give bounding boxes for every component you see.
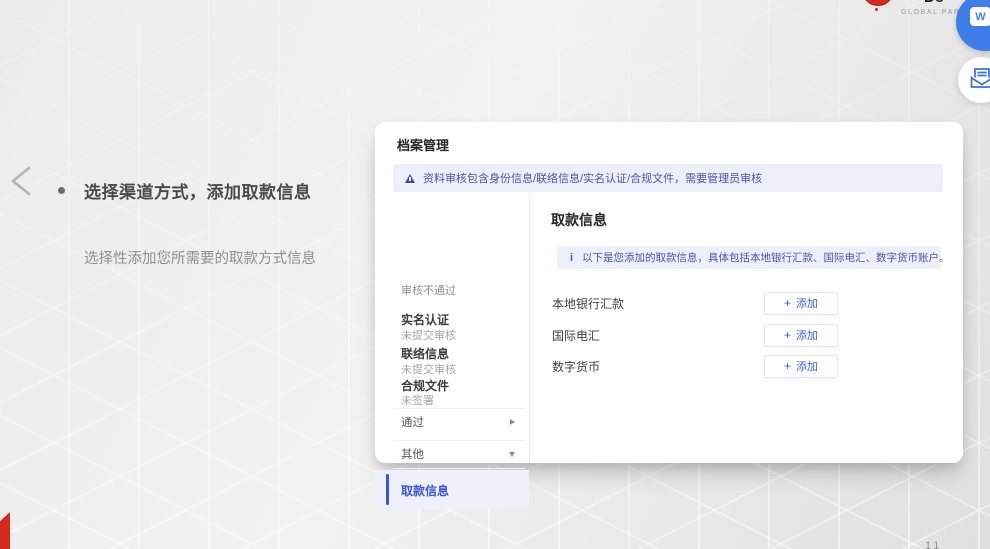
back-chevron-icon[interactable] <box>8 165 34 202</box>
red-corner-accent <box>0 512 10 549</box>
add-button-label: 添加 <box>796 295 818 311</box>
withdrawal-row-local-bank: 本地银行汇款 + 添加 <box>552 291 838 315</box>
slide-subtitle: 选择性添加您所需要的取款方式信息 <box>84 247 316 268</box>
sidebar-group-other-label: 其他 <box>401 446 424 462</box>
sidebar-item-withdrawal-info-active[interactable]: 取款信息 <box>375 470 529 509</box>
slide: 选择渠道方式，添加取款信息 选择性添加您所需要的取款方式信息 档案管理 资料审核… <box>0 0 990 549</box>
sidebar-group-other[interactable]: 其他 <box>401 446 515 462</box>
review-alert-text: 资料审核包含身份信息/联络信息/实名认证/合规文件，需要管理员审核 <box>423 170 762 186</box>
award-seal-logo <box>862 0 894 6</box>
sidebar-divider <box>393 468 525 469</box>
add-button-label: 添加 <box>796 358 818 374</box>
withdrawal-row-label: 本地银行汇款 <box>552 295 624 312</box>
bullet-icon <box>58 187 65 194</box>
info-banner: i 以下是您添加的取款信息，具体包括本地银行汇款、国际电汇、数字货币账户。 <box>557 246 941 269</box>
chat-w-icon: W <box>970 7 990 26</box>
chat-widget-button[interactable]: W <box>956 0 990 51</box>
contact-mail-button[interactable] <box>958 57 990 103</box>
withdrawal-row-intl-wire: 国际电汇 + 添加 <box>552 323 838 347</box>
plus-icon: + <box>784 297 791 309</box>
sidebar-item-real-name[interactable]: 实名认证 <box>401 311 449 328</box>
caret-down-icon <box>509 452 515 457</box>
page-number: 11 <box>925 540 942 549</box>
warning-triangle-icon <box>405 174 415 183</box>
plus-icon: + <box>784 360 791 372</box>
add-button-label: 添加 <box>796 327 818 343</box>
withdrawal-row-crypto: 数字货币 + 添加 <box>552 354 838 378</box>
withdrawal-row-label: 国际电汇 <box>552 327 600 344</box>
sidebar-item-compliance-docs-status: 未签署 <box>401 392 434 408</box>
sidebar-item-real-name-status: 未提交审核 <box>401 327 456 343</box>
content-heading: 取款信息 <box>551 210 607 230</box>
plus-icon: + <box>784 329 791 341</box>
sidebar-divider <box>393 440 525 441</box>
sidebar-group-review-failed: 审核不通过 <box>401 282 456 298</box>
review-alert-banner: 资料审核包含身份信息/联络信息/实名认证/合规文件，需要管理员审核 <box>393 164 943 192</box>
sidebar-item-contact-info[interactable]: 联络信息 <box>401 345 449 362</box>
page-title: 档案管理 <box>397 135 449 154</box>
sidebar-item-withdrawal-info-label: 取款信息 <box>401 482 449 499</box>
add-intl-wire-button[interactable]: + 添加 <box>764 324 838 347</box>
info-icon: i <box>570 252 573 264</box>
chevron-right-icon <box>510 419 515 425</box>
add-local-bank-button[interactable]: + 添加 <box>764 292 838 315</box>
slide-title: 选择渠道方式，添加取款信息 <box>84 178 312 203</box>
add-crypto-button[interactable]: + 添加 <box>764 355 838 378</box>
app-screenshot-card: 档案管理 资料审核包含身份信息/联络信息/实名认证/合规文件，需要管理员审核 审… <box>375 122 963 463</box>
active-indicator-bar <box>386 474 389 505</box>
brand-wordmark-partial: Do <box>924 0 950 6</box>
info-banner-text: 以下是您添加的取款信息，具体包括本地银行汇款、国际电汇、数字货币账户。 <box>582 250 950 265</box>
sidebar-divider <box>393 408 525 409</box>
seal-dot <box>875 8 878 11</box>
sidebar-group-passed-label: 通过 <box>401 414 424 430</box>
open-envelope-icon <box>968 65 990 96</box>
sidebar-group-passed[interactable]: 通过 <box>401 414 515 430</box>
withdrawal-row-label: 数字货币 <box>552 358 600 375</box>
sidebar: 审核不通过 实名认证 未提交审核 联络信息 未提交审核 合规文件 未签署 通过 … <box>375 194 530 463</box>
sidebar-item-contact-info-status: 未提交审核 <box>401 361 456 377</box>
